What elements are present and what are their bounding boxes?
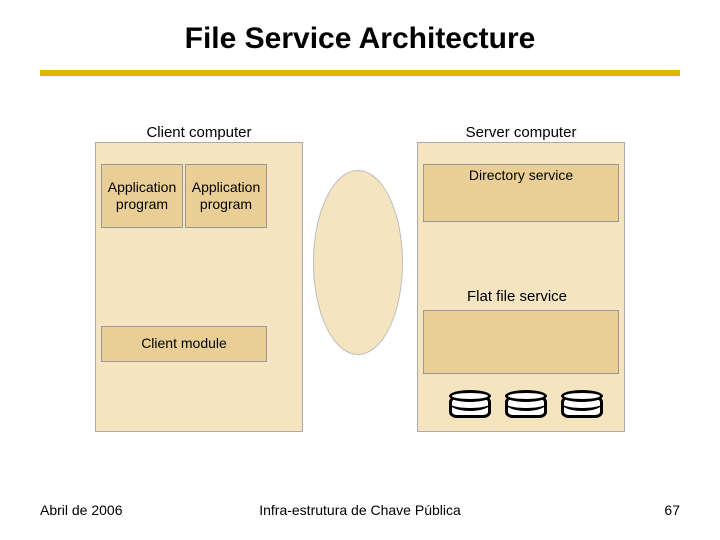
network-ellipse [313,170,403,355]
architecture-diagram: Client computer Server computer Applicat… [95,110,625,440]
disk-icon [561,390,603,424]
flat-file-service-box [423,310,619,374]
disk-icon [449,390,491,424]
footer-center: Infra-estrutura de Chave Pública [0,502,720,518]
title-underline [40,70,680,76]
disk-icon [505,390,547,424]
application-program-2: Application program [185,164,267,228]
app2-line1: Application [192,179,261,195]
server-computer-label: Server computer [417,124,625,141]
slide-title: File Service Architecture [0,0,720,56]
client-computer-label: Client computer [95,124,303,141]
footer-page-number: 67 [664,502,680,518]
directory-service-box: Directory service [423,164,619,222]
disk-row [449,390,603,424]
app1-line1: Application [108,179,177,195]
app1-line2: program [116,196,168,212]
application-program-1: Application program [101,164,183,228]
flat-file-service-label: Flat file service [419,288,615,305]
app2-line2: program [200,196,252,212]
client-module-box: Client module [101,326,267,362]
